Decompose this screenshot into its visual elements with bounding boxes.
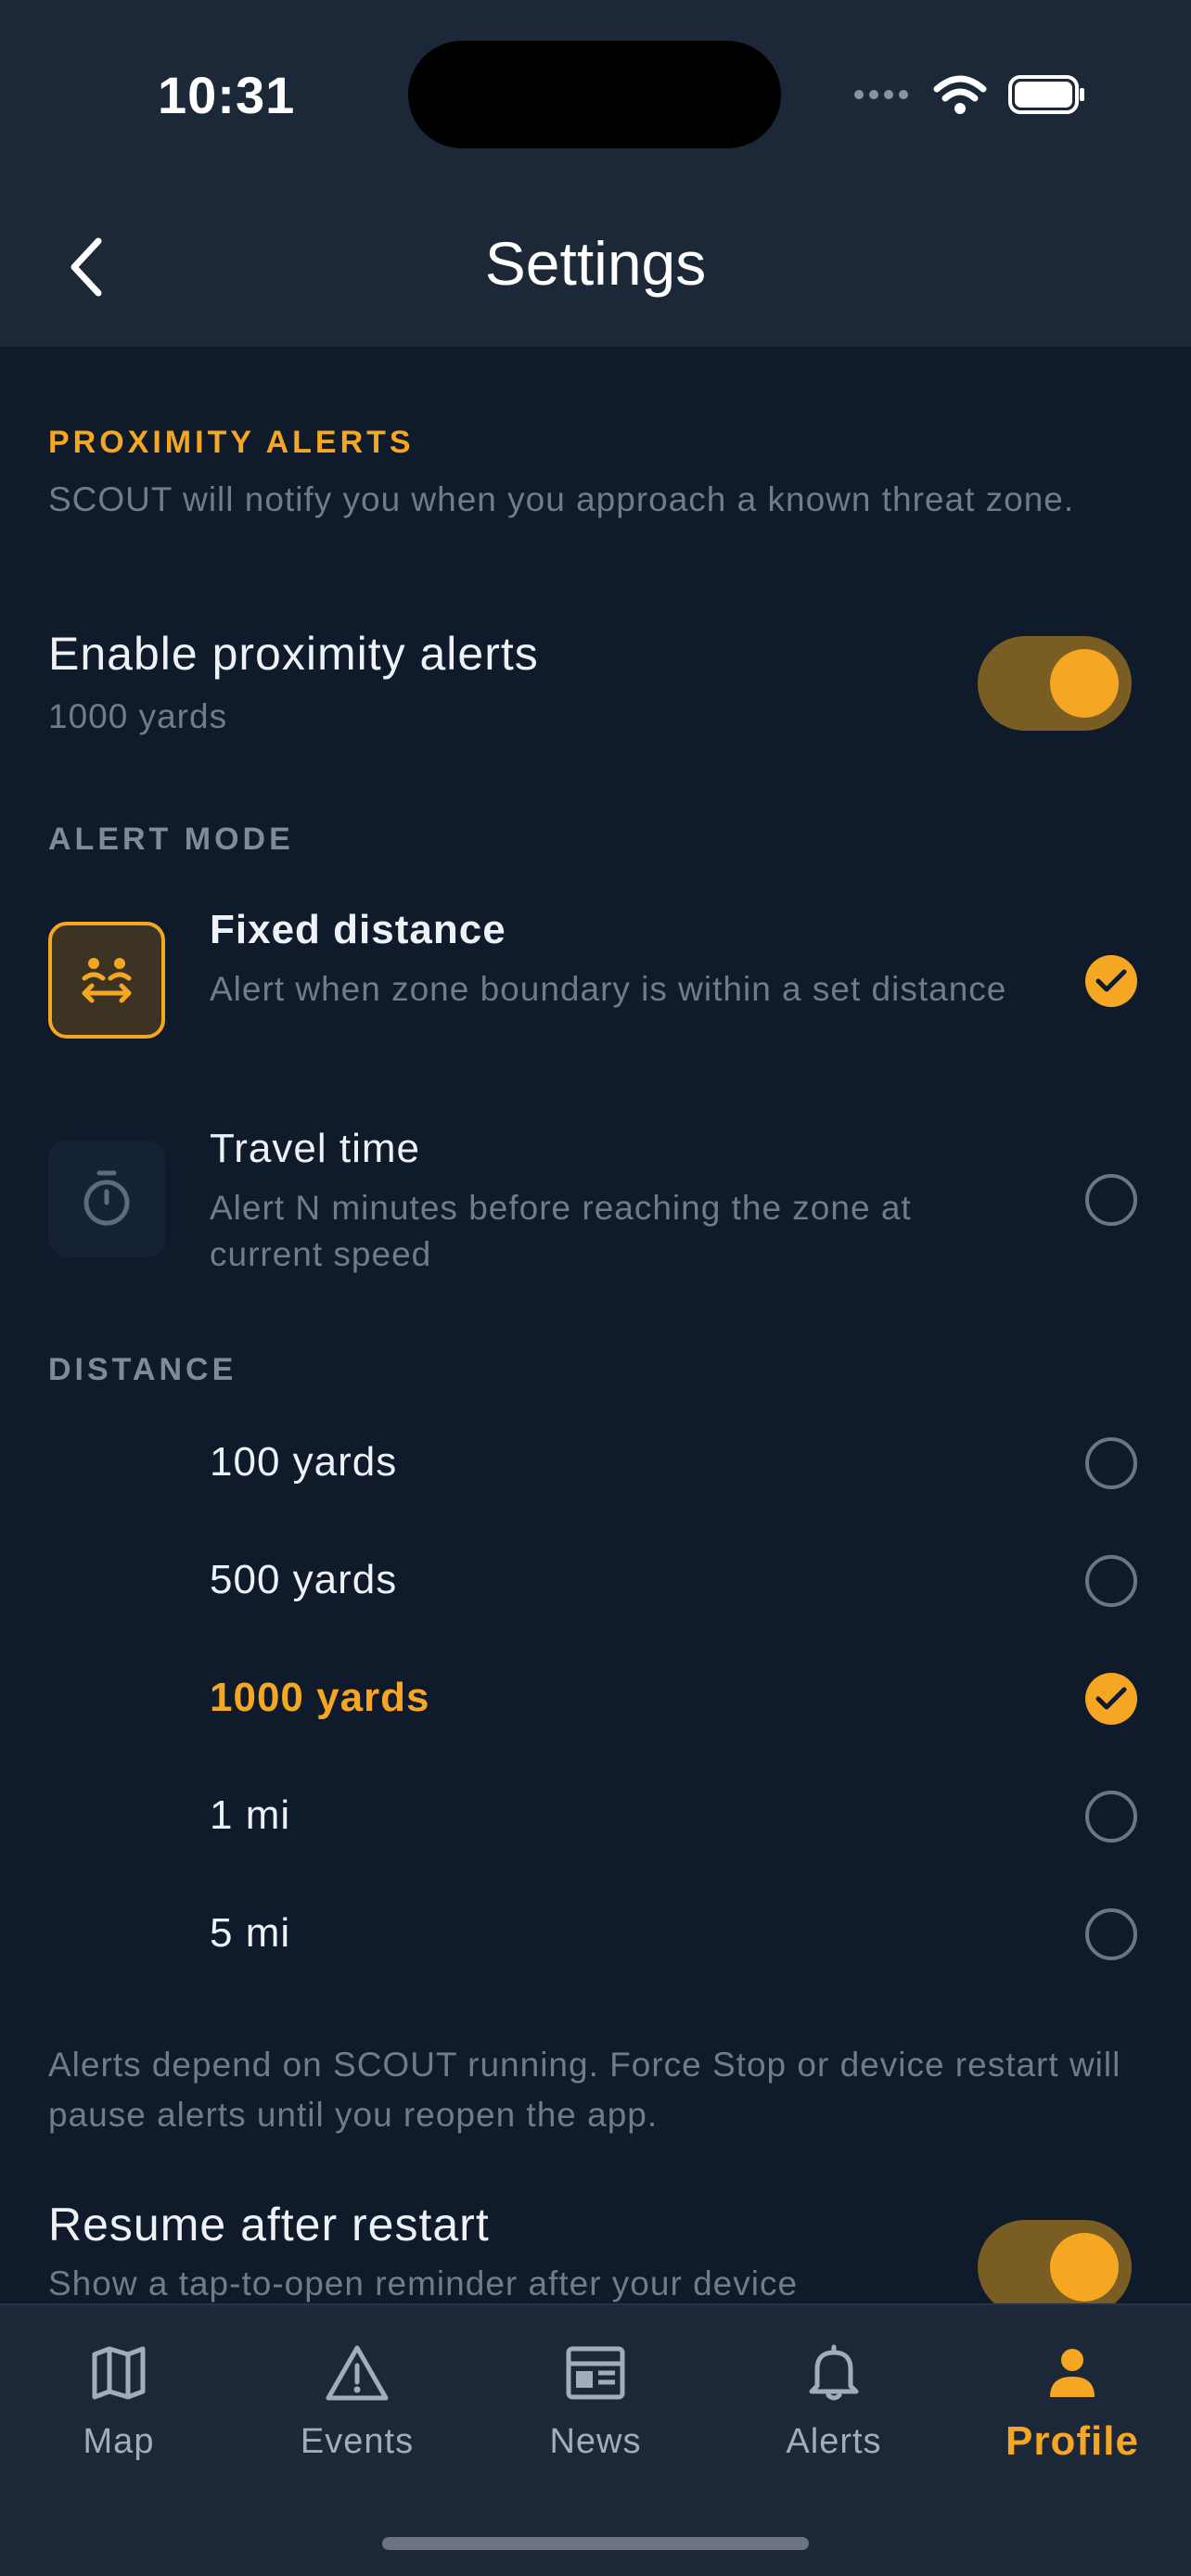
enable-proximity-toggle[interactable] xyxy=(978,636,1132,731)
resume-subtitle: Show a tap-to-open reminder after your d… xyxy=(48,2264,799,2302)
tab-profile[interactable]: Profile xyxy=(980,2331,1165,2465)
resume-toggle[interactable] xyxy=(978,2220,1132,2303)
bell-icon xyxy=(809,2344,859,2401)
footer-note: Alerts depend on SCOUT running. Force St… xyxy=(48,2046,1121,2134)
alert-mode-title: Fixed distance xyxy=(210,907,506,952)
map-icon xyxy=(92,2346,146,2400)
wifi-icon xyxy=(933,75,987,114)
tab-bar: Map Events News Alerts Profile xyxy=(0,2303,1191,2576)
radio-checked[interactable] xyxy=(1085,955,1137,1007)
tab-label: Map xyxy=(83,2422,155,2461)
toggle-knob xyxy=(1050,2233,1119,2302)
radio-unchecked[interactable] xyxy=(1085,1908,1137,1960)
resume-title: Resume after restart xyxy=(48,2199,490,2251)
tab-label: Alerts xyxy=(786,2422,882,2461)
section-title-distance: DISTANCE xyxy=(48,1352,237,1387)
radio-unchecked[interactable] xyxy=(1085,1437,1137,1489)
alert-mode-title: Travel time xyxy=(210,1126,420,1171)
tab-events[interactable]: Events xyxy=(264,2331,450,2462)
checkmark-icon xyxy=(1095,1687,1127,1710)
tab-label: Events xyxy=(300,2422,415,2461)
distance-option-label: 500 yards xyxy=(210,1557,398,1602)
radio-unchecked[interactable] xyxy=(1085,1174,1137,1226)
enable-proximity-subtitle: 1000 yards xyxy=(48,697,228,735)
warning-icon xyxy=(326,2345,389,2401)
stopwatch-icon xyxy=(48,1141,165,1257)
radio-checked[interactable] xyxy=(1085,1673,1137,1725)
radio-unchecked[interactable] xyxy=(1085,1555,1137,1607)
distance-option-label: 5 mi xyxy=(210,1910,291,1956)
battery-icon xyxy=(1008,75,1084,114)
dynamic-island xyxy=(408,41,781,148)
home-indicator xyxy=(382,2537,809,2550)
newspaper-icon xyxy=(566,2346,625,2400)
alert-mode-subtitle: Alert when zone boundary is within a set… xyxy=(210,970,1007,1008)
top-bar: 10:31 Settings xyxy=(0,0,1191,347)
distance-icon xyxy=(48,922,165,1039)
toggle-knob xyxy=(1050,649,1119,718)
settings-content[interactable]: PROXIMITY ALERTS SCOUT will notify you w… xyxy=(0,347,1191,2303)
status-icons xyxy=(853,70,1087,119)
distance-option-label: 1 mi xyxy=(210,1792,291,1838)
tab-alerts[interactable]: Alerts xyxy=(741,2331,927,2462)
alert-mode-subtitle: Alert N minutes before reaching the zone… xyxy=(210,1189,912,1273)
tab-map[interactable]: Map xyxy=(26,2331,211,2462)
tab-label: News xyxy=(549,2422,642,2461)
tab-news[interactable]: News xyxy=(503,2331,688,2462)
status-time: 10:31 xyxy=(158,66,296,124)
signal-icon xyxy=(854,90,908,99)
tab-label: Profile xyxy=(1005,2418,1139,2464)
enable-proximity-title: Enable proximity alerts xyxy=(48,628,539,680)
radio-unchecked[interactable] xyxy=(1085,1791,1137,1843)
section-title-proximity: PROXIMITY ALERTS xyxy=(48,425,415,460)
page-title: Settings xyxy=(484,229,707,298)
distance-option-label: 1000 yards xyxy=(210,1675,430,1720)
person-icon xyxy=(1050,2349,1095,2397)
proximity-description: SCOUT will notify you when you approach … xyxy=(48,480,1075,518)
distance-option-label: 100 yards xyxy=(210,1439,398,1485)
checkmark-icon xyxy=(1095,969,1127,992)
section-title-alert-mode: ALERT MODE xyxy=(48,822,294,857)
